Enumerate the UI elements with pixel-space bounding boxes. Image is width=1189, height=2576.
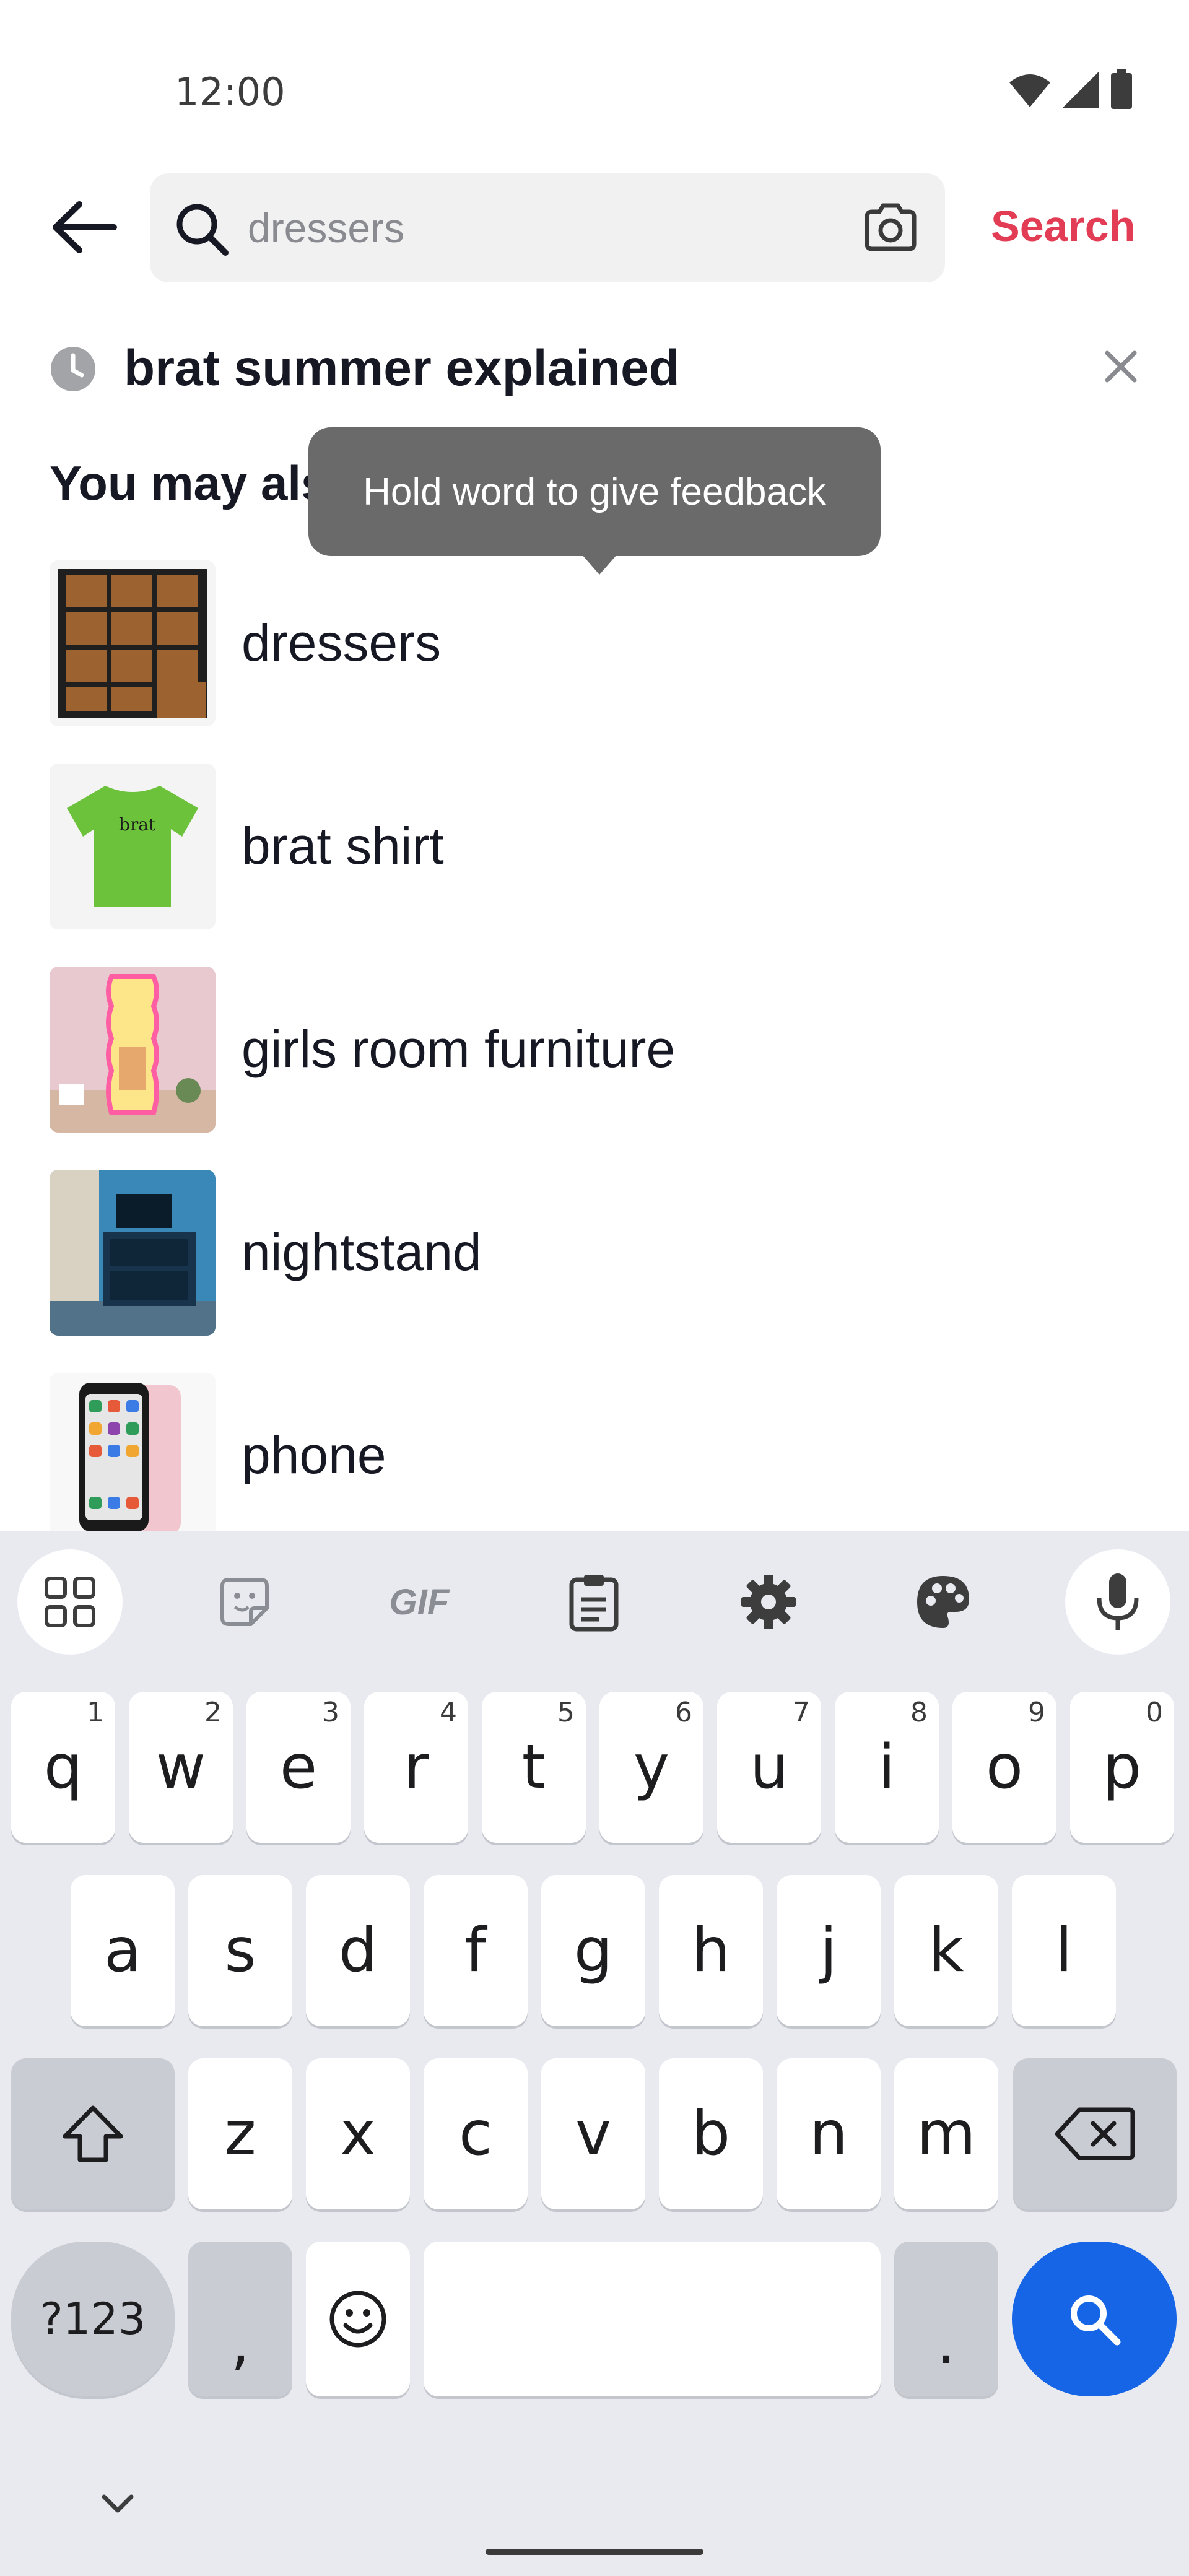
green-shirt-image: brat <box>50 764 216 929</box>
close-icon[interactable] <box>1102 348 1139 385</box>
key-a[interactable]: a <box>71 1875 175 2026</box>
key-m[interactable]: m <box>894 2058 998 2209</box>
suggestion-label: girls room furniture <box>242 1020 676 1078</box>
search-icon <box>1071 2295 1121 2346</box>
search-icon <box>176 204 229 256</box>
key-d[interactable]: d <box>306 1875 410 2026</box>
comma-key[interactable]: , <box>188 2242 292 2396</box>
nightstand-image <box>50 1170 216 1336</box>
history-item[interactable]: brat summer explained <box>0 322 1189 415</box>
gif-button[interactable]: GIF <box>367 1549 472 1655</box>
chevron-down-icon[interactable] <box>93 2484 142 2522</box>
key-q[interactable]: q1 <box>11 1692 115 1843</box>
key-o[interactable]: o9 <box>952 1692 1056 1843</box>
shirt-print-text: brat <box>119 814 156 835</box>
key-r[interactable]: r4 <box>364 1692 468 1843</box>
clipboard-icon <box>569 1575 619 1632</box>
suggestion-label: nightstand <box>242 1223 482 1281</box>
key-t[interactable]: t5 <box>482 1692 586 1843</box>
signal-icon <box>1063 72 1099 108</box>
dresser-image <box>50 560 216 726</box>
suggestion-label: dressers <box>242 614 442 672</box>
status-time: 12:00 <box>175 69 285 115</box>
wifi-icon <box>1009 74 1050 107</box>
shift-icon <box>63 2105 123 2162</box>
keyboard: GIF q 1 w 2 e 3 r 4 t 5 y 6 u 7 i 8 o 9 … <box>0 1531 1189 2576</box>
settings-button[interactable] <box>716 1549 821 1655</box>
key-n[interactable]: n <box>777 2058 881 2209</box>
key-h[interactable]: h <box>659 1875 763 2026</box>
key-s[interactable]: s <box>188 1875 292 2026</box>
apps-grid-button[interactable] <box>17 1549 123 1655</box>
suggestion-item[interactable]: dressers <box>0 557 1189 760</box>
key-i[interactable]: i8 <box>835 1692 939 1843</box>
theme-button[interactable] <box>891 1549 996 1655</box>
neon-mirror-image <box>50 967 216 1133</box>
apps-grid-icon <box>45 1577 95 1627</box>
key-z[interactable]: z <box>188 2058 292 2209</box>
suggestion-item[interactable]: nightstand <box>0 1167 1189 1370</box>
navigation-handle[interactable] <box>486 2549 703 2555</box>
suggestion-list: dressers brat brat shirt girls room furn… <box>0 557 1189 1573</box>
spacebar[interactable] <box>424 2242 881 2396</box>
key-f[interactable]: f <box>424 1875 528 2026</box>
suggestion-label: phone <box>242 1426 386 1484</box>
search-button[interactable]: Search <box>991 201 1135 251</box>
keyboard-toolbar: GIF <box>0 1531 1189 1661</box>
battery-icon <box>1111 69 1132 109</box>
key-g[interactable]: g <box>541 1875 645 2026</box>
history-query: brat summer explained <box>124 340 680 396</box>
phone-image <box>50 1373 216 1539</box>
sticker-button[interactable] <box>192 1549 297 1655</box>
key-e[interactable]: e3 <box>246 1692 351 1843</box>
emoji-key[interactable] <box>306 2242 410 2396</box>
back-arrow-icon <box>53 201 117 253</box>
key-v[interactable]: v <box>541 2058 645 2209</box>
key-b[interactable]: b <box>659 2058 763 2209</box>
voice-input-button[interactable] <box>1065 1549 1170 1655</box>
back-button[interactable] <box>43 193 124 261</box>
shift-key[interactable] <box>11 2058 175 2209</box>
key-y[interactable]: y6 <box>599 1692 703 1843</box>
settings-icon <box>741 1575 796 1629</box>
feedback-tooltip: Hold word to give feedback <box>308 427 881 556</box>
key-u[interactable]: u7 <box>717 1692 821 1843</box>
clipboard-button[interactable] <box>541 1549 647 1655</box>
key-x[interactable]: x <box>306 2058 410 2209</box>
key-c[interactable]: c <box>424 2058 528 2209</box>
palette-icon <box>917 1576 969 1628</box>
key-l[interactable]: l <box>1012 1875 1116 2026</box>
backspace-icon <box>1055 2107 1135 2160</box>
suggestion-label: brat shirt <box>242 817 444 875</box>
camera-icon[interactable] <box>861 198 920 258</box>
backspace-key[interactable] <box>1013 2058 1177 2209</box>
symbols-key[interactable]: ?123 <box>11 2242 175 2396</box>
status-icons <box>1008 69 1133 110</box>
key-p[interactable]: p0 <box>1070 1692 1174 1843</box>
search-box[interactable] <box>150 173 945 282</box>
suggestion-item[interactable]: brat brat shirt <box>0 760 1189 964</box>
key-k[interactable]: k <box>894 1875 998 2026</box>
tooltip-text: Hold word to give feedback <box>363 470 826 513</box>
emoji-icon <box>329 2291 386 2348</box>
gif-label: GIF <box>389 1582 450 1622</box>
tooltip-arrow <box>582 555 617 575</box>
period-key[interactable]: . <box>894 2242 998 2396</box>
suggestion-item[interactable]: girls room furniture <box>0 964 1189 1167</box>
status-bar: 12:00 <box>0 0 1189 149</box>
microphone-icon <box>1097 1573 1139 1630</box>
search-enter-key[interactable] <box>1012 2242 1177 2396</box>
search-input[interactable] <box>248 192 842 264</box>
sticker-icon <box>220 1578 269 1626</box>
key-j[interactable]: j <box>777 1875 881 2026</box>
clock-icon <box>51 347 95 391</box>
key-w[interactable]: w2 <box>129 1692 233 1843</box>
